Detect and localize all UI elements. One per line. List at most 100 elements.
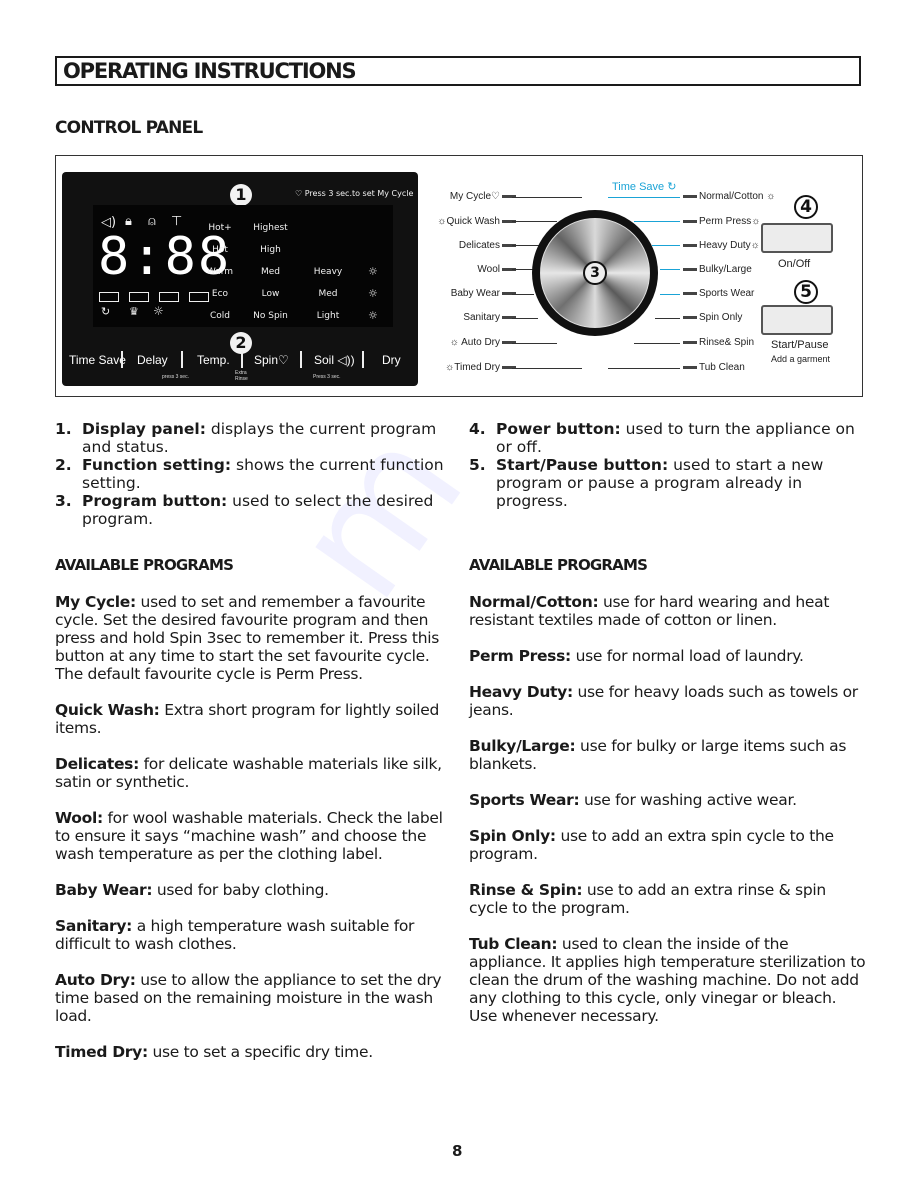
wash-icon [99, 292, 119, 302]
program-heavy-duty[interactable]: Heavy Duty☼ [681, 240, 760, 251]
add-garment-label: Add a garment [771, 354, 831, 364]
divider [181, 351, 183, 368]
leader-line [512, 221, 557, 222]
spin-button[interactable]: Spin♡ [254, 353, 289, 367]
leader-line [608, 368, 680, 369]
program-desc-spin-only: Spin Only: use to add an extra spin cycl… [469, 827, 834, 863]
section-heading-programs-right: AVAILABLE PROGRAMS [469, 556, 648, 574]
divider [241, 351, 243, 368]
page-title-box: OPERATING INSTRUCTIONS [55, 56, 861, 86]
legend-item-3: 3. Program button: used to select the des… [55, 492, 434, 528]
temp-button[interactable]: Temp. [197, 353, 230, 367]
leader-line-time-save [660, 294, 680, 295]
leader-line-time-save [634, 221, 680, 222]
time-save-icon: ↻ [664, 181, 677, 193]
time-save-icon: ↻ [101, 305, 111, 318]
leader-line [512, 343, 557, 344]
legend-item-5: 5. Start/Pause button: used to start a ne… [469, 456, 824, 510]
leader-line [655, 318, 680, 319]
program-sanitary[interactable]: Sanitary [463, 312, 518, 323]
divider [362, 351, 364, 368]
dry-level-icons: ☼ ☼ ☼ [368, 261, 378, 327]
dry-med-icon: ☼ [368, 287, 378, 300]
program-bulky-large[interactable]: Bulky/Large [681, 264, 752, 275]
callout-4: 4 [794, 195, 818, 219]
program-quick-wash[interactable]: ☼Quick Wash [437, 216, 518, 227]
programs-left-list: My Cycle: used to set and remember a fav… [55, 593, 445, 1079]
lcd-screen: ◁) 🔒︎ ⍝ ⊤ 8:88 ↻ ♛ ☼ Hot+ Hot Warm Eco C… [93, 205, 393, 327]
program-delicates[interactable]: Delicates [459, 240, 518, 251]
program-desc-heavy-duty: Heavy Duty: use for heavy loads such as … [469, 683, 858, 719]
spin-levels: Highest High Med Low No Spin [253, 223, 288, 321]
leader-line-time-save [608, 197, 680, 198]
program-desc-rinse-spin: Rinse & Spin: use to add an extra rinse … [469, 881, 826, 917]
legend-item-2: 2. Function setting: shows the current fu… [55, 456, 444, 492]
program-desc-bulky-large: Bulky/Large: use for bulky or large item… [469, 737, 847, 773]
leader-line [512, 368, 582, 369]
soil-button[interactable]: Soil ◁)) [314, 353, 355, 367]
program-desc-quick-wash: Quick Wash: Extra short program for ligh… [55, 701, 440, 737]
legend-item-4: 4. Power button: used to turn the applian… [469, 420, 855, 456]
rinse-icon [129, 292, 150, 302]
program-dial[interactable]: 3 [532, 210, 658, 336]
callout-1: 1 [230, 184, 252, 206]
program-spin-only[interactable]: Spin Only [681, 312, 742, 323]
section-heading-programs-left: AVAILABLE PROGRAMS [55, 556, 234, 574]
legend-left: 1. Display panel: displays the current pr… [55, 420, 455, 528]
start-pause-label: Start/Pause [771, 339, 829, 351]
program-normal-cotton[interactable]: Normal/Cotton ☼ [681, 191, 775, 202]
callout-5: 5 [794, 280, 818, 304]
legend-right: 4. Power button: used to turn the applian… [469, 420, 864, 510]
program-my-cycle[interactable]: My Cycle♡ [450, 191, 518, 202]
leader-line [512, 197, 582, 198]
time-save-button[interactable]: Time Save [69, 353, 126, 367]
leader-line [512, 269, 534, 270]
extra-rinse-hint: Extra Rinse [235, 370, 248, 382]
leader-line [512, 245, 540, 246]
program-tub-clean[interactable]: Tub Clean [681, 362, 745, 373]
program-desc-perm-press: Perm Press: use for normal load of laund… [469, 647, 804, 665]
my-cycle-hint: ♡ Press 3 sec.to set My Cycle [295, 189, 414, 198]
mute-hint: Press 3 sec. [313, 374, 341, 380]
start-pause-button[interactable] [761, 305, 833, 335]
program-desc-sanitary: Sanitary: a high temperature wash suitab… [55, 917, 415, 953]
leader-line [634, 343, 680, 344]
program-desc-delicates: Delicates: for delicate washable materia… [55, 755, 442, 791]
program-desc-timed-dry: Timed Dry: use to set a specific dry tim… [55, 1043, 373, 1061]
program-desc-normal-cotton: Normal/Cotton: use for hard wearing and … [469, 593, 830, 629]
program-auto-dry[interactable]: ☼ Auto Dry [450, 337, 518, 348]
programs-right-list: Normal/Cotton: use for hard wearing and … [469, 593, 867, 1043]
power-button[interactable] [761, 223, 833, 253]
heart-icon: ♡ [295, 189, 305, 198]
leader-line-time-save [660, 269, 680, 270]
program-desc-tub-clean: Tub Clean: used to clean the inside of t… [469, 935, 866, 1025]
dry-heavy-icon: ☼ [368, 265, 378, 278]
program-baby-wear[interactable]: Baby Wear [451, 288, 518, 299]
sun-icon: ☼ [153, 304, 164, 318]
program-sports-wear[interactable]: Sports Wear [681, 288, 754, 299]
temp-levels: Hot+ Hot Warm Eco Cold [206, 223, 234, 321]
power-label: On/Off [778, 258, 811, 270]
time-save-label: Time Save ↻ [612, 181, 677, 193]
page-number: 8 [452, 1142, 463, 1160]
program-perm-press[interactable]: Perm Press☼ [681, 216, 760, 227]
program-desc-auto-dry: Auto Dry: use to allow the appliance to … [55, 971, 442, 1025]
child-lock-hint: press 3 sec. [162, 374, 189, 380]
divider [300, 351, 302, 368]
leader-line [512, 294, 534, 295]
tub-icon: ♛ [129, 305, 139, 318]
legend-item-1: 1. Display panel: displays the current pr… [55, 420, 437, 456]
page-title: OPERATING INSTRUCTIONS [63, 59, 357, 83]
dry-light-icon: ☼ [368, 309, 378, 322]
section-heading-control-panel: CONTROL PANEL [55, 118, 203, 138]
delay-button[interactable]: Delay [137, 353, 168, 367]
leader-line [512, 318, 538, 319]
program-timed-dry[interactable]: ☼Timed Dry [445, 362, 518, 373]
program-desc-sports-wear: Sports Wear: use for washing active wear… [469, 791, 797, 809]
program-rinse-spin[interactable]: Rinse& Spin [681, 337, 754, 348]
dry-button[interactable]: Dry [382, 353, 401, 367]
leader-line-time-save [652, 245, 680, 246]
program-desc-my-cycle: My Cycle: used to set and remember a fav… [55, 593, 440, 683]
spin-icon [159, 292, 180, 302]
program-desc-baby-wear: Baby Wear: used for baby clothing. [55, 881, 329, 899]
